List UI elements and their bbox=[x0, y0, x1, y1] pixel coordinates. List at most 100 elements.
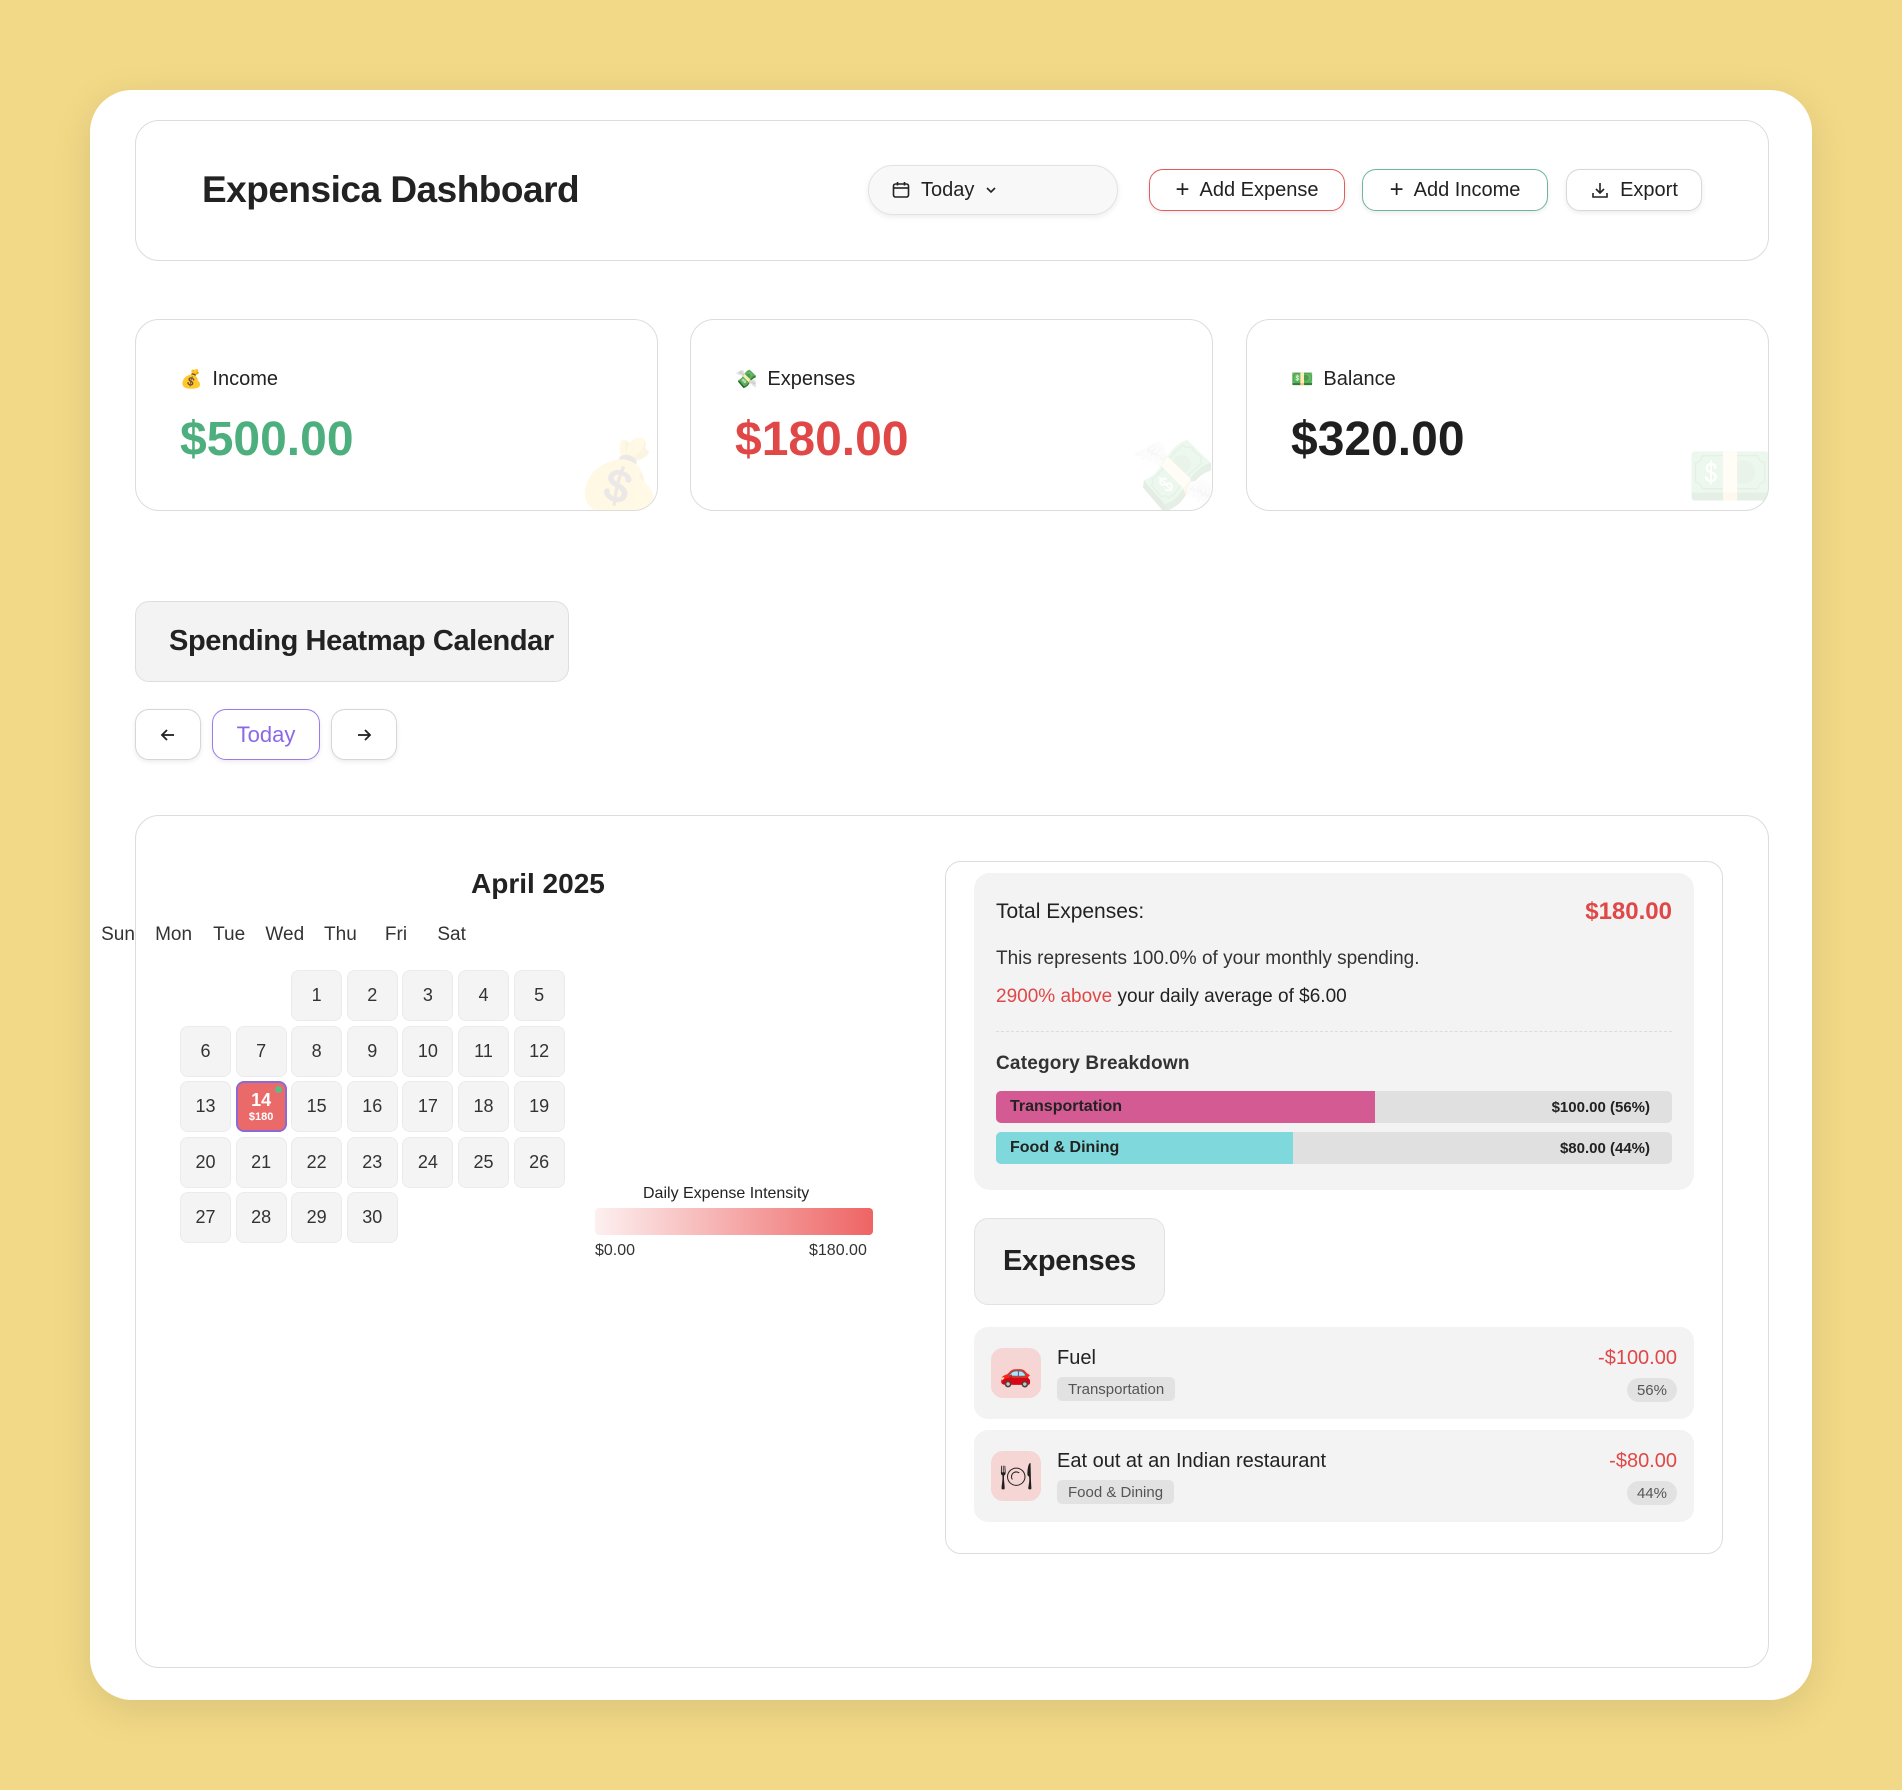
header-bar: Expensica Dashboard Today + Add Expense … bbox=[135, 120, 1769, 261]
legend-min: $0.00 bbox=[595, 1242, 636, 1259]
dollar-banknote-icon: 💵 bbox=[1291, 369, 1314, 389]
arrow-right-icon bbox=[358, 728, 372, 741]
expense-summary: Total Expenses: $180.00 This represents … bbox=[974, 873, 1694, 1190]
balance-label: Balance bbox=[1323, 368, 1396, 390]
calendar-day[interactable]: 13 bbox=[180, 1081, 231, 1133]
income-card: 💰 Income $500.00 💰 bbox=[135, 319, 658, 511]
today-button[interactable]: Today bbox=[212, 709, 320, 760]
prev-month-button[interactable] bbox=[135, 709, 201, 760]
money-bag-icon: 💰 bbox=[575, 437, 658, 511]
weekday-label: Fri bbox=[384, 924, 408, 945]
page-title: Expensica Dashboard bbox=[202, 169, 580, 210]
expense-category-tag: Food & Dining bbox=[1057, 1480, 1175, 1504]
calendar-day[interactable]: 22 bbox=[291, 1136, 343, 1188]
calendar-day[interactable]: 26 bbox=[513, 1136, 565, 1188]
weekday-label: Wed bbox=[265, 924, 305, 945]
summary-divider bbox=[996, 1031, 1672, 1032]
total-expenses-value: $180.00 bbox=[1585, 898, 1672, 925]
expense-name: Fuel bbox=[1057, 1347, 1096, 1369]
calendar-day[interactable]: 30 bbox=[346, 1192, 398, 1244]
calendar-day[interactable]: 4 bbox=[458, 970, 509, 1021]
expense-item[interactable]: 🍽 Eat out at an Indian restaurant Food &… bbox=[974, 1430, 1694, 1522]
dollar-banknote-icon: 💵 bbox=[1686, 437, 1769, 511]
calendar-day[interactable]: 5 bbox=[513, 970, 565, 1021]
calendar-day[interactable]: 1 bbox=[291, 970, 343, 1021]
weekday-label: Sat bbox=[437, 924, 466, 945]
export-button[interactable]: Export bbox=[1566, 169, 1702, 211]
calendar-day[interactable]: 25 bbox=[458, 1136, 509, 1188]
expenses-card: 💸 Expenses $180.00 💸 bbox=[690, 319, 1213, 511]
calendar-day[interactable]: 6 bbox=[180, 1025, 231, 1077]
day-amount: $180 bbox=[248, 1110, 274, 1123]
balance-value: $320.00 bbox=[1291, 413, 1465, 466]
category-amount: $80.00 (44%) bbox=[1559, 1140, 1650, 1157]
today-indicator-dot bbox=[274, 1086, 282, 1094]
calendar-day[interactable]: 21 bbox=[235, 1136, 287, 1188]
legend-title: Daily Expense Intensity bbox=[643, 1185, 810, 1202]
expense-percent-badge: 56% bbox=[1626, 1378, 1677, 1402]
calendar-icon bbox=[892, 182, 910, 198]
expense-name: Eat out at an Indian restaurant bbox=[1057, 1450, 1327, 1472]
calendar-day[interactable]: 10 bbox=[402, 1025, 454, 1077]
calendar-day[interactable]: 9 bbox=[346, 1025, 398, 1077]
expense-amount: -$100.00 bbox=[1598, 1347, 1677, 1369]
calendar-day[interactable]: 16 bbox=[346, 1081, 398, 1133]
day-number: 14 bbox=[251, 1089, 272, 1110]
calendar-day[interactable]: 7 bbox=[235, 1025, 287, 1077]
add-income-button[interactable]: + Add Income bbox=[1362, 169, 1548, 211]
money-with-wings-icon: 💸 bbox=[735, 369, 758, 389]
calendar-day[interactable]: 28 bbox=[235, 1192, 287, 1244]
calendar-day[interactable]: 19 bbox=[513, 1081, 565, 1133]
calendar-day[interactable]: 18 bbox=[458, 1081, 509, 1133]
calendar-day[interactable]: 17 bbox=[402, 1081, 454, 1133]
heatmap-title: Spending Heatmap Calendar bbox=[135, 601, 569, 682]
expense-percent-badge: 44% bbox=[1626, 1481, 1677, 1505]
car-icon: 🚗 bbox=[991, 1348, 1041, 1398]
export-label: Export bbox=[1620, 178, 1678, 201]
monthly-share-text: This represents 100.0% of your monthly s… bbox=[996, 948, 1420, 969]
category-name: Transportation bbox=[1010, 1098, 1123, 1115]
chevron-down-icon bbox=[986, 187, 996, 194]
calendar-day-selected[interactable]: 14 $180 bbox=[235, 1081, 287, 1133]
weekday-label: Thu bbox=[324, 924, 357, 945]
calendar-day[interactable]: 2 bbox=[346, 970, 398, 1021]
date-filter-select[interactable]: Today bbox=[868, 165, 1118, 215]
plus-icon: + bbox=[1389, 176, 1404, 203]
total-expenses-label: Total Expenses: bbox=[996, 900, 1145, 923]
plus-icon: + bbox=[1175, 176, 1190, 203]
expenses-value: $180.00 bbox=[735, 413, 909, 466]
date-filter-value: Today bbox=[921, 178, 975, 201]
balance-label-row: 💵 Balance bbox=[1291, 368, 1396, 391]
add-income-label: Add Income bbox=[1413, 178, 1521, 201]
category-bar-transportation: Transportation $100.00 (56%) bbox=[996, 1091, 1672, 1123]
money-bag-icon: 💰 bbox=[180, 369, 203, 389]
calendar-day[interactable]: 15 bbox=[291, 1081, 343, 1133]
expense-item[interactable]: 🚗 Fuel Transportation -$100.00 56% bbox=[974, 1327, 1694, 1419]
daily-average-rest: your daily average of $6.00 bbox=[1112, 986, 1347, 1007]
calendar-day[interactable]: 29 bbox=[291, 1192, 343, 1244]
add-expense-label: Add Expense bbox=[1199, 178, 1319, 201]
expense-amount: -$80.00 bbox=[1609, 1450, 1677, 1472]
legend-max: $180.00 bbox=[809, 1242, 867, 1259]
calendar-day[interactable]: 3 bbox=[402, 970, 454, 1021]
add-expense-button[interactable]: + Add Expense bbox=[1149, 169, 1345, 211]
balance-card: 💵 Balance $320.00 💵 bbox=[1246, 319, 1769, 511]
calendar-day[interactable]: 23 bbox=[346, 1136, 398, 1188]
expenses-list-title: Expenses bbox=[974, 1218, 1165, 1305]
intensity-gradient-bar bbox=[595, 1208, 873, 1235]
calendar-day[interactable]: 24 bbox=[402, 1136, 454, 1188]
calendar-day[interactable]: 11 bbox=[458, 1025, 509, 1077]
expense-category-tag: Transportation bbox=[1057, 1377, 1176, 1401]
next-month-button[interactable] bbox=[331, 709, 397, 760]
income-label: Income bbox=[212, 368, 279, 390]
expenses-label: Expenses bbox=[767, 368, 856, 390]
calendar-day[interactable]: 20 bbox=[180, 1136, 231, 1188]
daily-average-text: 2900% above your daily average of $6.00 bbox=[996, 986, 1347, 1008]
expenses-label-row: 💸 Expenses bbox=[735, 368, 855, 391]
calendar-day[interactable]: 12 bbox=[513, 1025, 565, 1077]
category-breakdown-title: Category Breakdown bbox=[996, 1053, 1190, 1074]
income-label-row: 💰 Income bbox=[180, 368, 278, 391]
above-average-highlight: 2900% above bbox=[996, 986, 1113, 1007]
calendar-day[interactable]: 8 bbox=[291, 1025, 343, 1077]
calendar-day[interactable]: 27 bbox=[180, 1192, 231, 1244]
